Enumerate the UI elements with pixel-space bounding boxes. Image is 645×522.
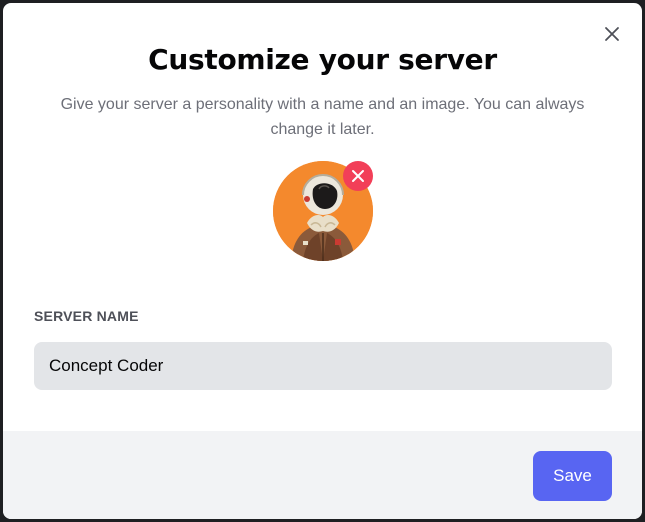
server-name-input[interactable] [34, 342, 612, 390]
dialog-title: Customize your server [148, 43, 497, 76]
close-icon [605, 27, 619, 41]
customize-server-dialog: Customize your server Give your server a… [3, 3, 642, 519]
remove-icon-button[interactable] [343, 161, 373, 191]
close-icon [352, 170, 364, 182]
server-icon-upload[interactable] [273, 161, 373, 261]
save-button[interactable]: Save [533, 451, 612, 501]
close-button[interactable] [603, 25, 621, 43]
dialog-subtitle: Give your server a personality with a na… [60, 96, 585, 138]
dialog-footer: Save [3, 431, 642, 519]
server-name-label: SERVER NAME [34, 308, 139, 324]
